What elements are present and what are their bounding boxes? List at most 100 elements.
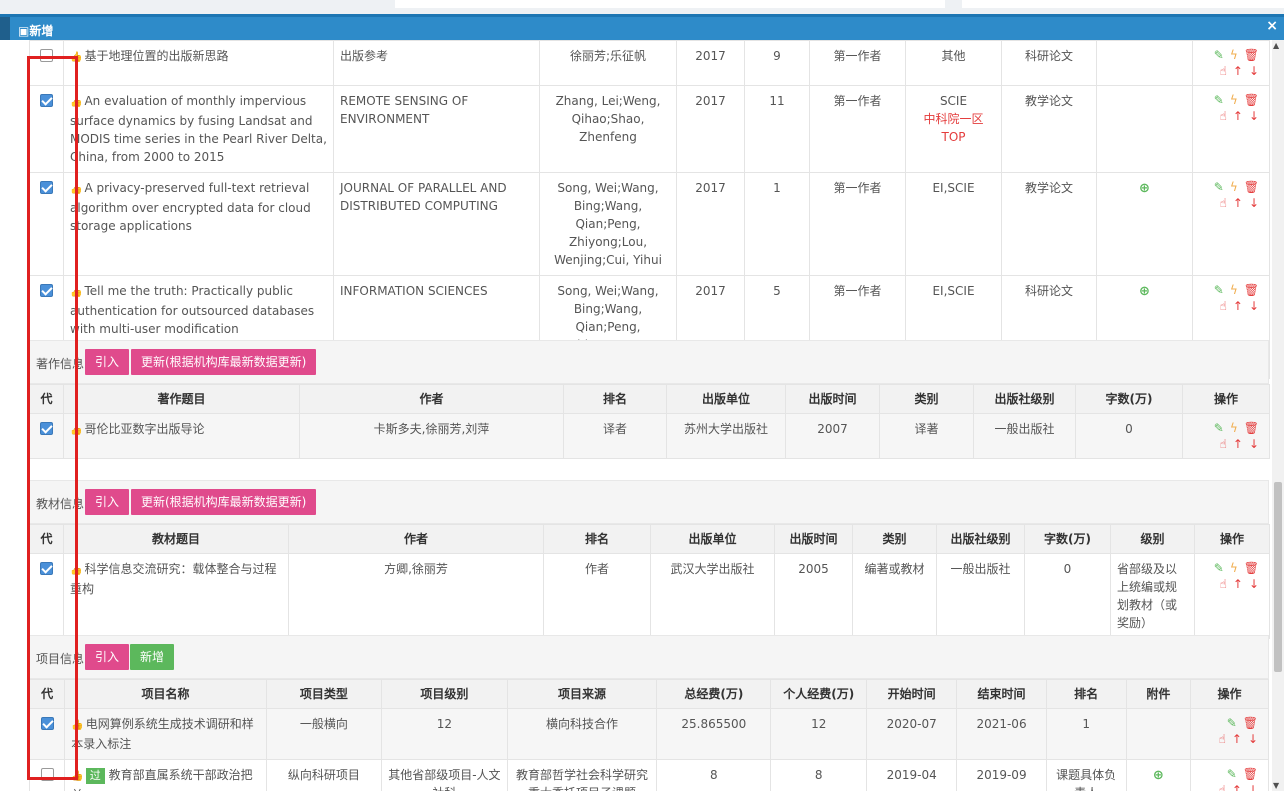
action-icon[interactable]: ϟ [1230, 421, 1238, 435]
move-up-icon[interactable]: ↑ [1232, 732, 1242, 746]
delete-icon[interactable]: 🗑 [1244, 283, 1259, 297]
edit-icon[interactable]: ✎ [1214, 561, 1224, 575]
column-header: 操作 [1182, 384, 1270, 414]
projects-add-button[interactable]: 新增 [130, 644, 175, 670]
move-down-icon[interactable]: ↓ [1248, 732, 1258, 746]
move-up-icon[interactable]: ↑ [1233, 109, 1243, 123]
paper-journal: 出版参考 [333, 40, 540, 86]
dialog-titlebar: ▣新增 × [0, 14, 1284, 40]
attachment-cell: ⊕ [1096, 172, 1193, 276]
delete-icon[interactable]: 🗑 [1244, 421, 1259, 435]
edit-icon[interactable]: ✎ [1214, 93, 1224, 107]
column-header: 字数(万) [1075, 384, 1183, 414]
textbook-level: 一般出版社 [936, 553, 1025, 639]
column-header: 排名 [543, 524, 651, 554]
work-cat: 译著 [879, 413, 974, 459]
attachment-icon[interactable]: ⊕ [1139, 181, 1150, 196]
action-icon[interactable]: ϟ [1230, 561, 1238, 575]
paper-index: EI,SCIE [905, 172, 1002, 276]
paper-issue: 1 [744, 172, 810, 276]
action-icon[interactable]: ϟ [1230, 93, 1238, 107]
move-down-icon[interactable]: ↓ [1248, 783, 1258, 791]
column-header: 项目类型 [265, 679, 383, 709]
move-down-icon[interactable]: ↓ [1249, 64, 1259, 78]
works-section-header: 著作信息 引入 更新(根据机构库最新数据更新) [29, 340, 1269, 384]
paper-authors: 徐丽芳;乐征帆 [539, 40, 677, 86]
works-import-button[interactable]: 引入 [85, 349, 130, 375]
move-up-icon[interactable]: ↑ [1233, 437, 1243, 451]
action-icon[interactable]: ϟ [1230, 48, 1238, 62]
move-down-icon[interactable]: ↓ [1249, 196, 1259, 210]
scroll-thumb[interactable] [1274, 482, 1282, 672]
like-icon[interactable]: ☝ [1220, 109, 1227, 123]
attachment-cell: ⊕ [1125, 759, 1192, 791]
project-type: 一般横向 [265, 708, 383, 760]
dialog-content: 👍 基于地理位置的出版新思路 出版参考 徐丽芳;乐征帆 2017 9 第一作者 其他 科研论文 ✎… [20, 40, 1270, 791]
textbooks-update-button[interactable]: 更新(根据机构库最新数据更新) [131, 489, 317, 515]
move-up-icon[interactable]: ↑ [1233, 196, 1243, 210]
move-up-icon[interactable]: ↑ [1233, 299, 1243, 313]
edit-icon[interactable]: ✎ [1214, 421, 1224, 435]
paper-title: An evaluation of monthly impervious surf… [70, 94, 327, 164]
action-icon[interactable]: ϟ [1230, 180, 1238, 194]
column-header: 出版单位 [650, 524, 775, 554]
like-icon[interactable]: ☝ [1220, 64, 1227, 78]
attachment-icon[interactable]: ⊕ [1153, 768, 1164, 783]
delete-icon[interactable]: 🗑 [1244, 48, 1259, 62]
works-table: 代著作题目 作者 排名 出版单位 出版时间 类别 出版社级别 字数(万) 操作 👍 哥伦比亚数字出… [29, 384, 1270, 459]
like-icon[interactable]: ☝ [1219, 732, 1226, 746]
column-header: 总经费(万) [656, 679, 772, 709]
textbooks-import-button[interactable]: 引入 [85, 489, 130, 515]
move-up-icon[interactable]: ↑ [1232, 783, 1242, 791]
like-icon[interactable]: ☝ [1220, 577, 1227, 591]
paper-year: 2017 [676, 85, 745, 173]
delete-icon[interactable]: 🗑 [1244, 93, 1259, 107]
work-level: 一般出版社 [973, 413, 1076, 459]
like-icon[interactable]: ☝ [1220, 299, 1227, 313]
paper-index-rank: 中科院一区TOP [923, 112, 984, 144]
works-update-button[interactable]: 更新(根据机构库最新数据更新) [131, 349, 317, 375]
move-down-icon[interactable]: ↓ [1249, 437, 1259, 451]
delete-icon[interactable]: 🗑 [1244, 180, 1259, 194]
work-authors: 卡斯多夫,徐丽芳,刘萍 [299, 413, 564, 459]
move-up-icon[interactable]: ↑ [1233, 64, 1243, 78]
column-header: 操作 [1194, 524, 1270, 554]
edit-icon[interactable]: ✎ [1214, 48, 1224, 62]
project-row: 👍过 教育部直属系统干部政治把关纵向科研项目其他省部级项目-人文社科教育部哲学社… [28, 759, 1269, 791]
delete-icon[interactable]: 🗑 [1243, 716, 1258, 730]
projects-import-button[interactable]: 引入 [85, 644, 130, 670]
paper-index-label: EI,SCIE [932, 181, 975, 195]
close-button[interactable]: × [1266, 18, 1278, 34]
move-up-icon[interactable]: ↑ [1233, 577, 1243, 591]
edit-icon[interactable]: ✎ [1227, 767, 1237, 781]
column-header: 字数(万) [1024, 524, 1111, 554]
paper-year: 2017 [676, 40, 745, 86]
column-header: 出版时间 [774, 524, 853, 554]
like-icon[interactable]: ☝ [1219, 783, 1226, 791]
project-start: 2020-07 [866, 708, 958, 760]
like-icon[interactable]: ☝ [1220, 437, 1227, 451]
textbooks-section-header: 教材信息 引入 更新(根据机构库最新数据更新) [29, 480, 1269, 524]
delete-icon[interactable]: 🗑 [1243, 767, 1258, 781]
attachment-cell [1125, 708, 1192, 760]
edit-icon[interactable]: ✎ [1214, 283, 1224, 297]
project-source: 教育部哲学社会科学研究重大委托项目子课题 [506, 759, 658, 791]
move-down-icon[interactable]: ↓ [1249, 577, 1259, 591]
attachment-cell [1096, 85, 1193, 173]
paper-index-label: EI,SCIE [932, 284, 975, 298]
work-words: 0 [1075, 413, 1183, 459]
scroll-up-icon[interactable]: ▲ [1273, 41, 1279, 50]
edit-icon[interactable]: ✎ [1227, 716, 1237, 730]
edit-icon[interactable]: ✎ [1214, 180, 1224, 194]
scrollbar[interactable]: ▲ ▼ [1272, 40, 1284, 791]
move-down-icon[interactable]: ↓ [1249, 109, 1259, 123]
paper-row: 👍 基于地理位置的出版新思路 出版参考 徐丽芳;乐征帆 2017 9 第一作者 其他 科研论文 ✎… [29, 40, 1270, 86]
scroll-down-icon[interactable]: ▼ [1273, 781, 1279, 790]
paper-row: 👍 An evaluation of monthly impervious sur… [29, 85, 1270, 173]
project-personal: 8 [770, 759, 868, 791]
action-icon[interactable]: ϟ [1230, 283, 1238, 297]
like-icon[interactable]: ☝ [1220, 196, 1227, 210]
delete-icon[interactable]: 🗑 [1244, 561, 1259, 575]
attachment-icon[interactable]: ⊕ [1139, 284, 1150, 299]
move-down-icon[interactable]: ↓ [1249, 299, 1259, 313]
